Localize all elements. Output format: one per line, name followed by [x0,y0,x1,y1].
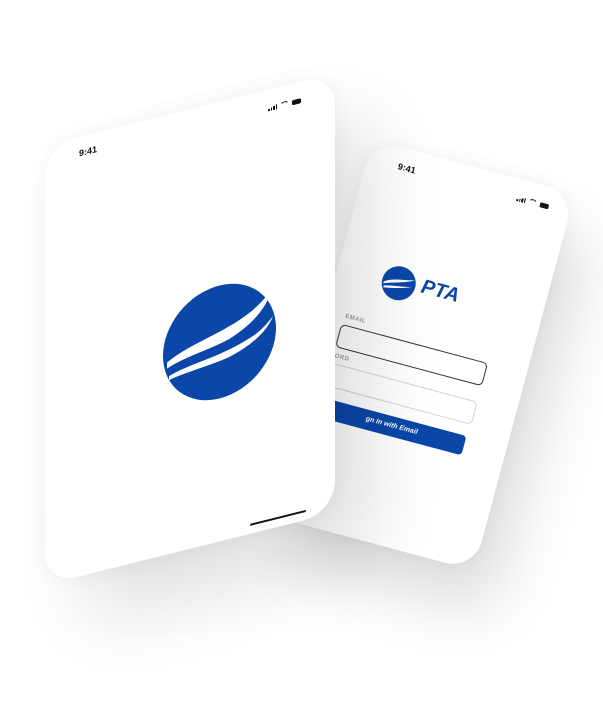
wifi-icon [280,100,289,109]
splash-screen-phone: 9:41 [45,72,335,585]
brand-name: PTA [418,275,462,307]
pta-logo-icon [377,262,420,305]
battery-icon [539,202,550,210]
battery-icon [292,98,301,106]
wifi-icon [527,198,538,207]
status-icons [268,97,301,112]
status-time: 9:41 [396,161,417,176]
status-icons [516,195,550,210]
signal-icon [268,104,277,112]
splash-logo-icon [163,271,276,413]
signal-icon [516,196,527,204]
status-time: 9:41 [79,144,98,159]
password-label: ORD [333,353,350,363]
email-label: EMAIL [344,313,367,325]
